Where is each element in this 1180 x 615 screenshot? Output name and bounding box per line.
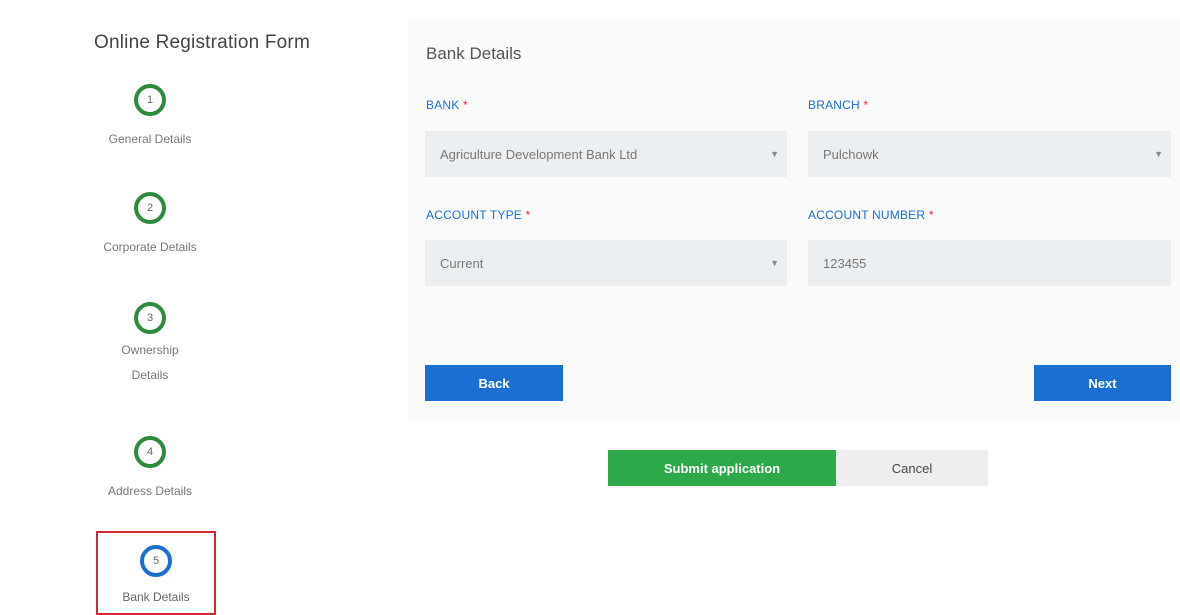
bank-label: BANK *: [426, 98, 468, 112]
back-button[interactable]: Back: [425, 365, 563, 401]
form-title: Online Registration Form: [94, 32, 310, 53]
step-label: Address Details: [107, 484, 193, 498]
account-number-label: ACCOUNT NUMBER *: [808, 208, 934, 222]
cancel-button[interactable]: Cancel: [836, 450, 988, 486]
step-label: Corporate Details: [103, 240, 197, 254]
next-button[interactable]: Next: [1034, 365, 1171, 401]
step-label-line: Details: [131, 368, 169, 382]
required-marker: *: [928, 208, 934, 222]
step-number-circle: 3: [134, 302, 166, 334]
branch-select[interactable]: Pulchowk ▼: [808, 131, 1171, 177]
step-address-details[interactable]: 4 Address Details: [90, 436, 210, 504]
step-label: General Details: [108, 132, 192, 146]
bank-label-text: BANK: [426, 98, 460, 112]
step-number-circle: 4: [134, 436, 166, 468]
account-type-select-value: Current: [440, 255, 484, 271]
step-ownership-details[interactable]: 3 Ownership Details: [90, 302, 210, 388]
account-number-label-text: ACCOUNT NUMBER: [808, 208, 926, 222]
caret-down-icon: ▼: [770, 258, 779, 268]
branch-label: BRANCH *: [808, 98, 868, 112]
step-label: Bank Details: [122, 590, 190, 604]
account-type-select[interactable]: Current ▼: [425, 240, 787, 286]
step-label-line: Ownership: [121, 343, 179, 357]
registration-page: Online Registration Form 1 General Detai…: [0, 0, 1180, 615]
required-marker: *: [463, 98, 468, 112]
step-number-circle: 5: [140, 545, 172, 577]
step-number-circle: 1: [134, 84, 166, 116]
caret-down-icon: ▼: [1154, 149, 1163, 159]
panel-title: Bank Details: [426, 44, 522, 63]
branch-select-value: Pulchowk: [823, 146, 879, 162]
step-label: Ownership Details: [90, 338, 210, 388]
required-marker: *: [863, 98, 869, 112]
bank-select-value: Agriculture Development Bank Ltd: [440, 146, 638, 162]
caret-down-icon: ▼: [770, 149, 779, 159]
account-type-label-text: ACCOUNT TYPE: [426, 208, 522, 222]
account-type-label: ACCOUNT TYPE *: [426, 208, 530, 222]
branch-label-text: BRANCH: [808, 98, 860, 112]
account-number-input[interactable]: 123455: [808, 240, 1171, 286]
required-marker: *: [525, 208, 531, 222]
step-general-details[interactable]: 1 General Details: [90, 84, 210, 152]
step-bank-details[interactable]: 5 Bank Details: [96, 531, 216, 615]
step-number-circle: 2: [134, 192, 166, 224]
account-number-value: 123455: [823, 255, 867, 271]
step-corporate-details[interactable]: 2 Corporate Details: [90, 192, 210, 260]
submit-application-button[interactable]: Submit application: [608, 450, 836, 486]
bank-select[interactable]: Agriculture Development Bank Ltd ▼: [425, 131, 787, 177]
